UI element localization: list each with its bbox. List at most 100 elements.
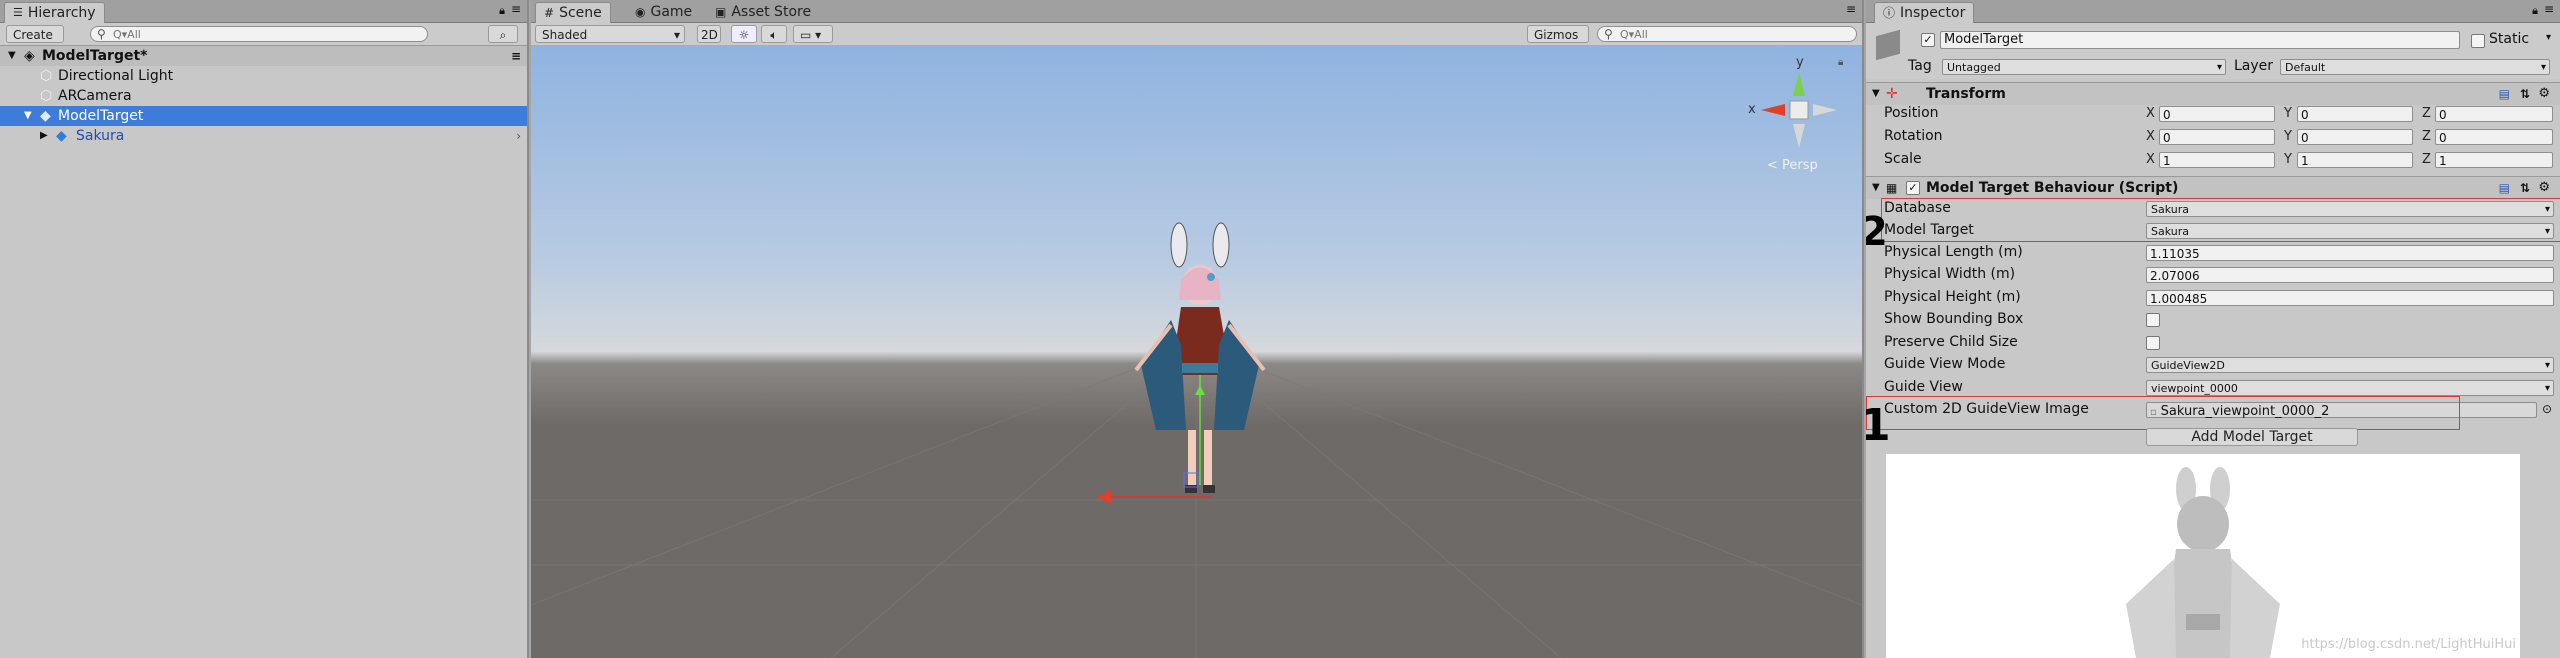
axis-y-label: Y — [2284, 106, 2292, 121]
tab-inspector[interactable]: ⓘ Inspector — [1874, 2, 1975, 23]
rotation-x-field[interactable]: 0 — [2159, 129, 2275, 145]
axis-z-label: Z — [2422, 152, 2431, 167]
position-x-field[interactable]: 0 — [2159, 106, 2275, 122]
physical-height-label: Physical Height (m) — [1884, 289, 2021, 305]
axis-y-label: Y — [2284, 152, 2292, 167]
panel-menu-icon[interactable]: ≡ — [2544, 2, 2554, 16]
lock-icon[interactable]: 🔒︎ — [2532, 4, 2538, 18]
tab-game[interactable]: ◉ Game — [627, 2, 700, 22]
unity-scene-icon: ◈ — [24, 48, 35, 64]
tab-hierarchy[interactable]: ☰ Hierarchy — [4, 2, 105, 23]
collapse-arrow-icon[interactable]: ▶ — [40, 126, 48, 146]
shading-mode-label: Shaded — [542, 28, 588, 42]
guide-view-dropdown[interactable]: viewpoint_0000 — [2146, 380, 2554, 396]
axis-x-label: X — [2146, 152, 2155, 167]
gizmo-lock-icon[interactable]: 🔒︎ — [1838, 57, 1843, 68]
chevron-right-icon[interactable]: › — [516, 126, 521, 146]
hierarchy-tabbar: ☰ Hierarchy 🔒︎ ≡ — [0, 0, 527, 23]
tab-asset-store[interactable]: ▣ Asset Store — [707, 2, 819, 22]
tag-label: Tag — [1908, 58, 1932, 74]
hierarchy-item-label: Sakura — [76, 128, 125, 144]
hierarchy-filter-button[interactable]: ⌕ — [488, 25, 518, 43]
position-label: Position — [1884, 105, 1939, 121]
tab-asset-store-label: Asset Store — [731, 4, 812, 20]
static-dropdown-icon[interactable]: ▾ — [2546, 32, 2551, 43]
effects-dropdown[interactable]: ▭ ▾ — [793, 25, 833, 43]
panel-menu-icon[interactable]: ≡ — [1846, 2, 1856, 16]
tab-hierarchy-label: Hierarchy — [27, 5, 96, 21]
persp-label[interactable]: < Persp — [1767, 158, 1818, 173]
hierarchy-item[interactable]: ⬡ Directional Light — [0, 66, 527, 86]
scene-viewport[interactable]: y x 🔒︎ < Persp — [531, 45, 1862, 658]
position-y-field[interactable]: 0 — [2297, 106, 2413, 122]
annotation-number-1: 1 — [1866, 400, 1891, 451]
physical-height-field[interactable]: 1.000485 — [2146, 290, 2554, 306]
transform-icon: ✛ — [1886, 86, 1898, 102]
gear-icon[interactable]: ⚙ — [2538, 177, 2550, 199]
tab-scene[interactable]: # Scene — [535, 2, 611, 23]
rotation-y-field[interactable]: 0 — [2297, 129, 2413, 145]
hierarchy-item[interactable]: ⬡ ARCamera — [0, 86, 527, 106]
help-book-icon[interactable]: ▤ — [2499, 83, 2510, 105]
scene-search-input[interactable]: Q▾All — [1597, 26, 1857, 42]
hierarchy-item-selected[interactable]: ▼ ◆ ModelTarget — [0, 106, 527, 126]
scene-menu-icon[interactable]: ≡ — [511, 46, 521, 66]
component-enabled-checkbox[interactable]: ✓ — [1906, 181, 1920, 195]
layer-dropdown[interactable]: Default — [2280, 59, 2550, 75]
annotation-box-1 — [1866, 396, 2460, 430]
hierarchy-icon: ☰ — [13, 6, 23, 19]
physical-width-field[interactable]: 2.07006 — [2146, 267, 2554, 283]
hierarchy-item[interactable]: ▶ ◆ Sakura › — [0, 126, 527, 146]
static-checkbox[interactable] — [2471, 34, 2485, 48]
guideview-preview: https://blog.csdn.net/LightHuiHui — [1886, 454, 2520, 658]
script-component-header[interactable]: ▼ ▦ ✓ Model Target Behaviour (Script) ▤ … — [1866, 176, 2560, 199]
expand-arrow-icon[interactable]: ▼ — [24, 106, 32, 126]
preserve-child-size-label: Preserve Child Size — [1884, 334, 2018, 350]
guide-view-mode-dropdown[interactable]: GuideView2D — [2146, 357, 2554, 373]
physical-length-field[interactable]: 1.11035 — [2146, 245, 2554, 261]
hierarchy-search-input[interactable]: Q▾All — [90, 26, 428, 42]
asset-store-icon: ▣ — [715, 5, 727, 19]
preset-icon[interactable]: ⇅ — [2520, 177, 2530, 199]
gear-icon[interactable]: ⚙ — [2538, 83, 2550, 105]
show-bounding-box-checkbox[interactable] — [2146, 313, 2160, 327]
expand-arrow-icon[interactable]: ▼ — [8, 46, 16, 66]
gizmos-dropdown[interactable]: Gizmos ▾ — [1527, 25, 1589, 60]
position-z-field[interactable]: 0 — [2435, 106, 2553, 122]
preserve-child-size-checkbox[interactable] — [2146, 336, 2160, 350]
create-button[interactable]: Create ▾ — [6, 25, 64, 60]
lighting-toggle[interactable]: ☼ — [731, 25, 757, 43]
shading-mode-dropdown[interactable]: Shaded ▾ — [535, 25, 685, 43]
transform-title: Transform — [1926, 86, 2006, 102]
expand-arrow-icon[interactable]: ▼ — [1872, 83, 1880, 105]
scale-y-field[interactable]: 1 — [2297, 152, 2413, 168]
annotation-number-2: 2 — [1866, 209, 1888, 255]
tag-dropdown[interactable]: Untagged — [1942, 59, 2226, 75]
audio-toggle[interactable]: 🔈︎ — [761, 25, 787, 43]
expand-arrow-icon[interactable]: ▼ — [1872, 177, 1880, 199]
help-book-icon[interactable]: ▤ — [2499, 177, 2510, 199]
toggle-2d-button[interactable]: 2D — [697, 25, 721, 43]
object-name-field[interactable]: ModelTarget — [1940, 31, 2460, 49]
scale-z-field[interactable]: 1 — [2435, 152, 2553, 168]
lock-icon[interactable]: 🔒︎ — [499, 4, 505, 18]
preset-icon[interactable]: ⇅ — [2520, 83, 2530, 105]
prefab-cube-icon: ◆ — [56, 128, 67, 144]
scene-root-row[interactable]: ▼ ◈ ModelTarget* ≡ — [0, 46, 527, 66]
add-model-target-button[interactable]: Add Model Target — [2146, 428, 2358, 446]
axis-x-label: X — [2146, 129, 2155, 144]
transform-header[interactable]: ▼ ✛ Transform ▤ ⇅ ⚙ — [1866, 82, 2560, 105]
inspector-tabbar: ⓘ Inspector 🔒︎ ≡ — [1866, 0, 2560, 23]
info-icon: ⓘ — [1883, 6, 1896, 20]
tab-scene-label: Scene — [559, 5, 602, 21]
active-checkbox[interactable]: ✓ — [1921, 33, 1935, 47]
guideview-silhouette — [2126, 467, 2280, 658]
physical-length-label: Physical Length (m) — [1884, 244, 2023, 260]
object-picker-icon[interactable]: ⊙ — [2542, 402, 2552, 416]
axis-z-label: Z — [2422, 106, 2431, 121]
scale-x-field[interactable]: 1 — [2159, 152, 2275, 168]
panel-menu-icon[interactable]: ≡ — [511, 2, 521, 16]
guide-view-mode-label: Guide View Mode — [1884, 356, 2006, 372]
tab-inspector-label: Inspector — [1900, 5, 1966, 21]
rotation-z-field[interactable]: 0 — [2435, 129, 2553, 145]
